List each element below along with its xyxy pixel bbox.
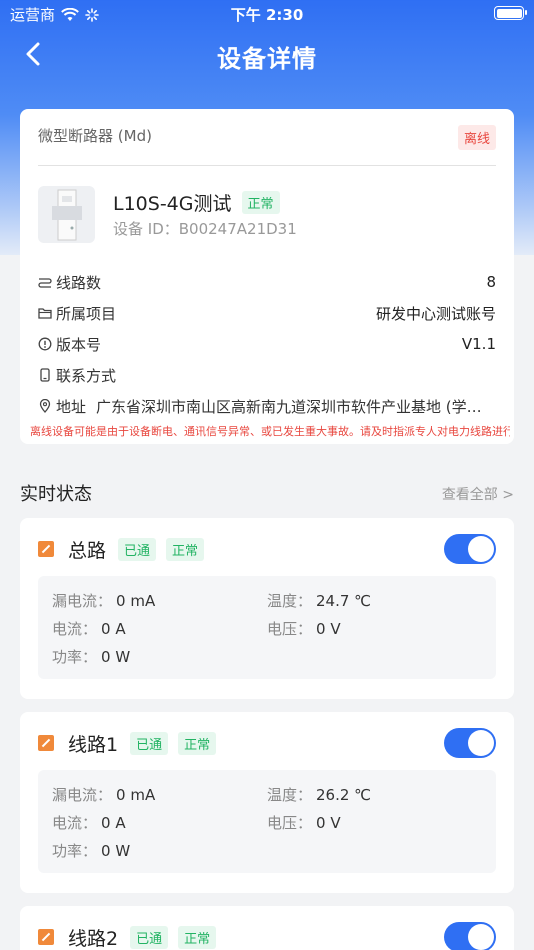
temperature-metric: 温度： 26.2 ℃ [267,786,372,804]
battery-icon [494,6,527,20]
connection-tag: 已通 [130,925,169,949]
divider [38,165,496,166]
contact-label: 联系方式 [56,366,117,385]
breaker-icon [38,541,54,557]
leakage-metric: 漏电流： 0 mA [52,592,156,610]
version-label: 版本号 [56,335,102,354]
device-id-label: 设备 ID： [113,220,179,238]
circuit-switch[interactable] [444,728,496,758]
info-row-project: 所属项目 研发中心测试账号 [38,301,496,325]
info-row-address: 地址 广东省深圳市南山区高新南九道深圳市软件产业基地 (学… [38,394,496,418]
info-row-contact[interactable]: 联系方式 [38,363,496,387]
device-type-label: 微型断路器 (Md) [38,127,152,145]
phone-icon [38,368,52,382]
device-id: 设备 ID：B00247A21D31 [113,218,297,239]
breaker-icon [38,929,54,945]
folder-icon [38,306,52,320]
connection-tag: 已通 [130,731,169,755]
circuit-metrics: 漏电流： 0 mA 温度： 26.2 ℃ 电流： 0 A 电压： 0 V 功率： 0 W [38,770,496,873]
info-icon [38,337,52,351]
location-icon [38,399,52,413]
current-metric: 电流： 0 A [52,814,126,832]
version-value: V1.1 [461,335,496,353]
status-time: 下午 2:30 [230,6,304,24]
temperature-metric: 温度： 24.7 ℃ [267,592,372,610]
status-bar: 运营商 下午 2:30 [0,0,534,28]
project-value: 研发中心测试账号 [375,304,496,323]
health-tag: 正常 [178,925,217,949]
circuit-card: 线路2 已通 正常 [20,906,514,950]
current-metric: 电流： 0 A [52,620,126,638]
section-title: 实时状态 [20,484,92,505]
project-label: 所属项目 [56,304,117,323]
voltage-metric: 电压： 0 V [267,620,341,638]
connection-tag: 已通 [118,537,157,561]
leakage-metric: 漏电流： 0 mA [52,786,156,804]
info-row-circuits: 线路数 8 [38,270,496,294]
breaker-icon [38,735,54,751]
circuit-name: 总路 [68,539,107,562]
view-all-link[interactable]: 查看全部 > [442,484,514,504]
circuit-card: 线路1 已通 正常 漏电流： 0 mA 温度： 26.2 ℃ 电流： 0 A 电压： 0… [20,712,514,893]
device-info-card: 微型断路器 (Md) 离线 L10S-4G测试 正常 设备 ID：B00247A… [20,109,514,444]
circuit-switch[interactable] [444,922,496,950]
circuits-label: 线路数 [56,273,102,292]
power-metric: 功率： 0 W [52,648,131,666]
address-label: 地址 [56,397,87,416]
voltage-metric: 电压： 0 V [267,814,341,832]
page-title: 设备详情 [217,45,317,73]
offline-badge: 离线 [457,125,496,150]
device-name: L10S-4G测试 [113,193,232,215]
offline-warning: 离线设备可能是由于设备断电、通讯信号异常、或已发生重大事故。请及时指派专人对电力… [30,425,510,438]
health-tag: 正常 [166,537,205,561]
device-id-value: B00247A21D31 [178,220,297,238]
circuits-value: 8 [486,273,496,291]
circuit-icon [38,275,52,289]
nav-bar: 设备详情 [0,30,534,80]
address-value: 广东省深圳市南山区高新南九道深圳市软件产业基地 (学… [96,397,482,416]
health-tag: 正常 [178,731,217,755]
device-image [38,186,95,243]
realtime-section-header: 实时状态 查看全部 > [20,480,514,506]
circuit-switch[interactable] [444,534,496,564]
info-row-version: 版本号 V1.1 [38,332,496,356]
circuit-card: 总路 已通 正常 漏电流： 0 mA 温度： 24.7 ℃ 电流： 0 A 电压： 0 … [20,518,514,699]
device-health-tag: 正常 [241,191,280,214]
circuit-name: 线路2 [68,927,119,950]
circuit-metrics: 漏电流： 0 mA 温度： 24.7 ℃ 电流： 0 A 电压： 0 V 功率： 0 W [38,576,496,679]
circuit-name: 线路1 [68,733,119,756]
power-metric: 功率： 0 W [52,842,131,860]
